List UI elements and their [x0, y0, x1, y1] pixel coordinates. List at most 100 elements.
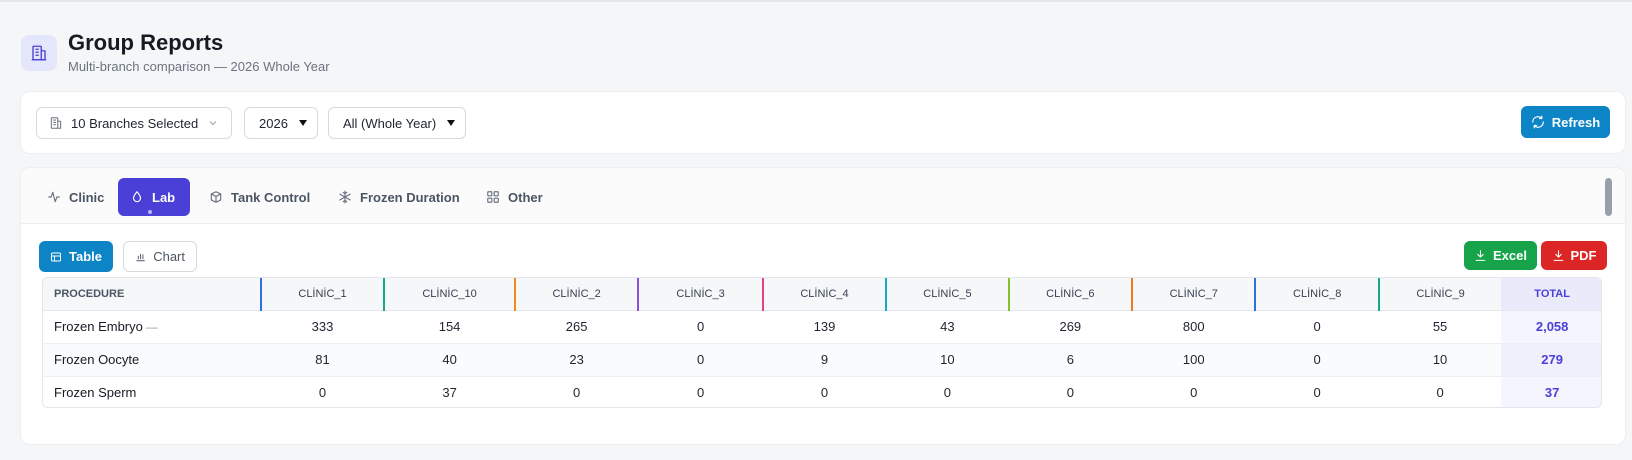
tab-frozen-duration[interactable]: Frozen Duration — [326, 178, 472, 216]
value-cell: 0 — [638, 310, 763, 344]
pdf-label: PDF — [1570, 248, 1597, 263]
chart-view-button[interactable]: Chart — [123, 241, 197, 272]
column-header-clinic[interactable]: CLİNİC_2 — [513, 278, 639, 311]
refresh-icon — [1531, 115, 1544, 129]
branch-selector[interactable]: 10 Branches Selected — [36, 107, 232, 139]
excel-label: Excel — [1493, 248, 1527, 263]
download-icon — [1475, 250, 1486, 261]
procedure-name: Frozen Embryo — [54, 319, 143, 334]
table-view-button[interactable]: Table — [39, 241, 113, 272]
chart-view-label: Chart — [153, 249, 185, 264]
year-select-value: 2026 — [259, 115, 288, 131]
value-cell: 37 — [442, 385, 457, 401]
column-header-clinic[interactable]: CLİNİC_3 — [637, 278, 763, 311]
active-indicator — [148, 210, 152, 214]
chevron-down-icon — [299, 120, 307, 126]
report-tabs: Clinic Lab Tank Control Frozen Duration … — [21, 168, 1625, 224]
value-cell: 0 — [1066, 385, 1074, 401]
chevron-down-icon — [447, 120, 455, 126]
column-header-clinic[interactable]: CLİNİC_6 — [1007, 278, 1133, 311]
table-row: Frozen Embryo — 333 154 265 0 139 43 269 … — [43, 310, 1601, 344]
table-row: Frozen Sperm 0 37 0 0 0 0 0 0 0 0 37 — [43, 376, 1601, 407]
download-icon — [1553, 250, 1563, 261]
value-cell: 0 — [1190, 385, 1198, 401]
value-cell: 0 — [1436, 385, 1444, 401]
export-excel-button[interactable]: Excel — [1464, 241, 1537, 270]
activity-icon — [48, 191, 60, 203]
column-header-clinic[interactable]: CLİNİC_4 — [761, 278, 887, 311]
top-border — [0, 0, 1632, 2]
value-cell: 43 — [886, 310, 1009, 344]
tab-tank-control[interactable]: Tank Control — [197, 178, 322, 216]
export-pdf-button[interactable]: PDF — [1541, 241, 1607, 270]
column-header-clinic[interactable]: CLİNİC_10 — [383, 278, 515, 311]
value-cell: 81 — [260, 343, 385, 377]
value-cell: 0 — [1313, 385, 1321, 401]
value-cell: 0 — [318, 385, 327, 401]
value-cell: 139 — [762, 310, 887, 344]
value-cell: 800 — [1132, 310, 1256, 344]
tab-lab[interactable]: Lab — [118, 178, 190, 216]
column-header-clinic[interactable]: CLİNİC_7 — [1131, 278, 1256, 311]
value-cell: 0 — [943, 385, 952, 401]
table-header-row: PROCEDURE CLİNİC_1 CLİNİC_10 CLİNİC_2 CL… — [43, 278, 1601, 311]
total-cell: 2,058 — [1501, 310, 1601, 344]
table-row: Frozen Oocyte 81 40 23 0 9 10 6 100 0 10… — [43, 343, 1601, 377]
period-select[interactable]: All (Whole Year) — [328, 107, 466, 139]
value-cell: 6 — [1008, 343, 1133, 377]
table-icon — [51, 252, 61, 261]
column-header-clinic[interactable]: CLİNİC_9 — [1377, 278, 1502, 311]
tab-other[interactable]: Other — [474, 178, 555, 216]
column-header-clinic[interactable]: CLİNİC_5 — [885, 278, 1009, 311]
value-cell: 100 — [1132, 343, 1256, 377]
value-cell: 0 — [638, 343, 763, 377]
column-header-procedure[interactable]: PROCEDURE — [43, 278, 261, 311]
chevron-down-icon — [209, 121, 217, 126]
value-cell: 10 — [886, 343, 1009, 377]
total-cell: 279 — [1501, 343, 1601, 377]
procedure-name: Frozen Sperm — [54, 385, 137, 401]
value-cell: 154 — [384, 310, 515, 344]
value-cell: 0 — [1255, 343, 1379, 377]
scrollbar-thumb[interactable] — [1605, 178, 1612, 216]
tab-label: Frozen Duration — [360, 189, 460, 205]
page-title: Group Reports — [68, 30, 224, 55]
value-cell: 23 — [514, 343, 639, 377]
value-cell: 0 — [573, 385, 581, 401]
refresh-button[interactable]: Refresh — [1521, 106, 1610, 138]
value-cell: 10 — [1378, 343, 1502, 377]
column-header-clinic[interactable]: CLİNİC_8 — [1254, 278, 1379, 311]
value-cell: 0 — [1255, 310, 1379, 344]
tab-label: Other — [508, 189, 543, 205]
tab-label: Clinic — [69, 189, 105, 205]
snowflake-icon — [339, 190, 351, 204]
procedure-cell: Frozen Embryo — — [43, 310, 261, 344]
procedure-suffix: — — [145, 320, 158, 334]
table-view-label: Table — [69, 249, 102, 264]
report-panel: Clinic Lab Tank Control Frozen Duration … — [20, 167, 1626, 445]
total-cell: 37 — [1501, 376, 1601, 407]
procedure-cell: Frozen Sperm — [43, 376, 261, 407]
page-subtitle: Multi-branch comparison — 2026 Whole Yea… — [68, 59, 330, 74]
building-icon — [50, 117, 62, 129]
bar-chart-icon — [136, 253, 145, 261]
value-cell: 40 — [384, 343, 515, 377]
grid-icon — [487, 191, 499, 203]
column-header-total[interactable]: TOTAL — [1501, 278, 1601, 311]
box-icon — [210, 191, 222, 203]
filter-bar: 10 Branches Selected 2026 All (Whole Yea… — [20, 91, 1626, 154]
value-cell: 333 — [260, 310, 385, 344]
building-icon — [21, 35, 57, 71]
period-select-value: All (Whole Year) — [343, 115, 437, 131]
value-cell: 9 — [762, 343, 887, 377]
procedure-name: Frozen Oocyte — [54, 352, 140, 367]
report-table: PROCEDURE CLİNİC_1 CLİNİC_10 CLİNİC_2 CL… — [42, 277, 1602, 408]
refresh-label: Refresh — [1551, 114, 1601, 130]
column-header-clinic[interactable]: CLİNİC_1 — [259, 278, 385, 311]
tab-clinic[interactable]: Clinic — [35, 178, 116, 216]
value-cell: 0 — [820, 385, 829, 401]
branch-selector-label: 10 Branches Selected — [71, 115, 199, 131]
year-select[interactable]: 2026 — [244, 107, 318, 139]
procedure-cell: Frozen Oocyte — [43, 343, 261, 377]
tab-label: Tank Control — [231, 189, 311, 205]
